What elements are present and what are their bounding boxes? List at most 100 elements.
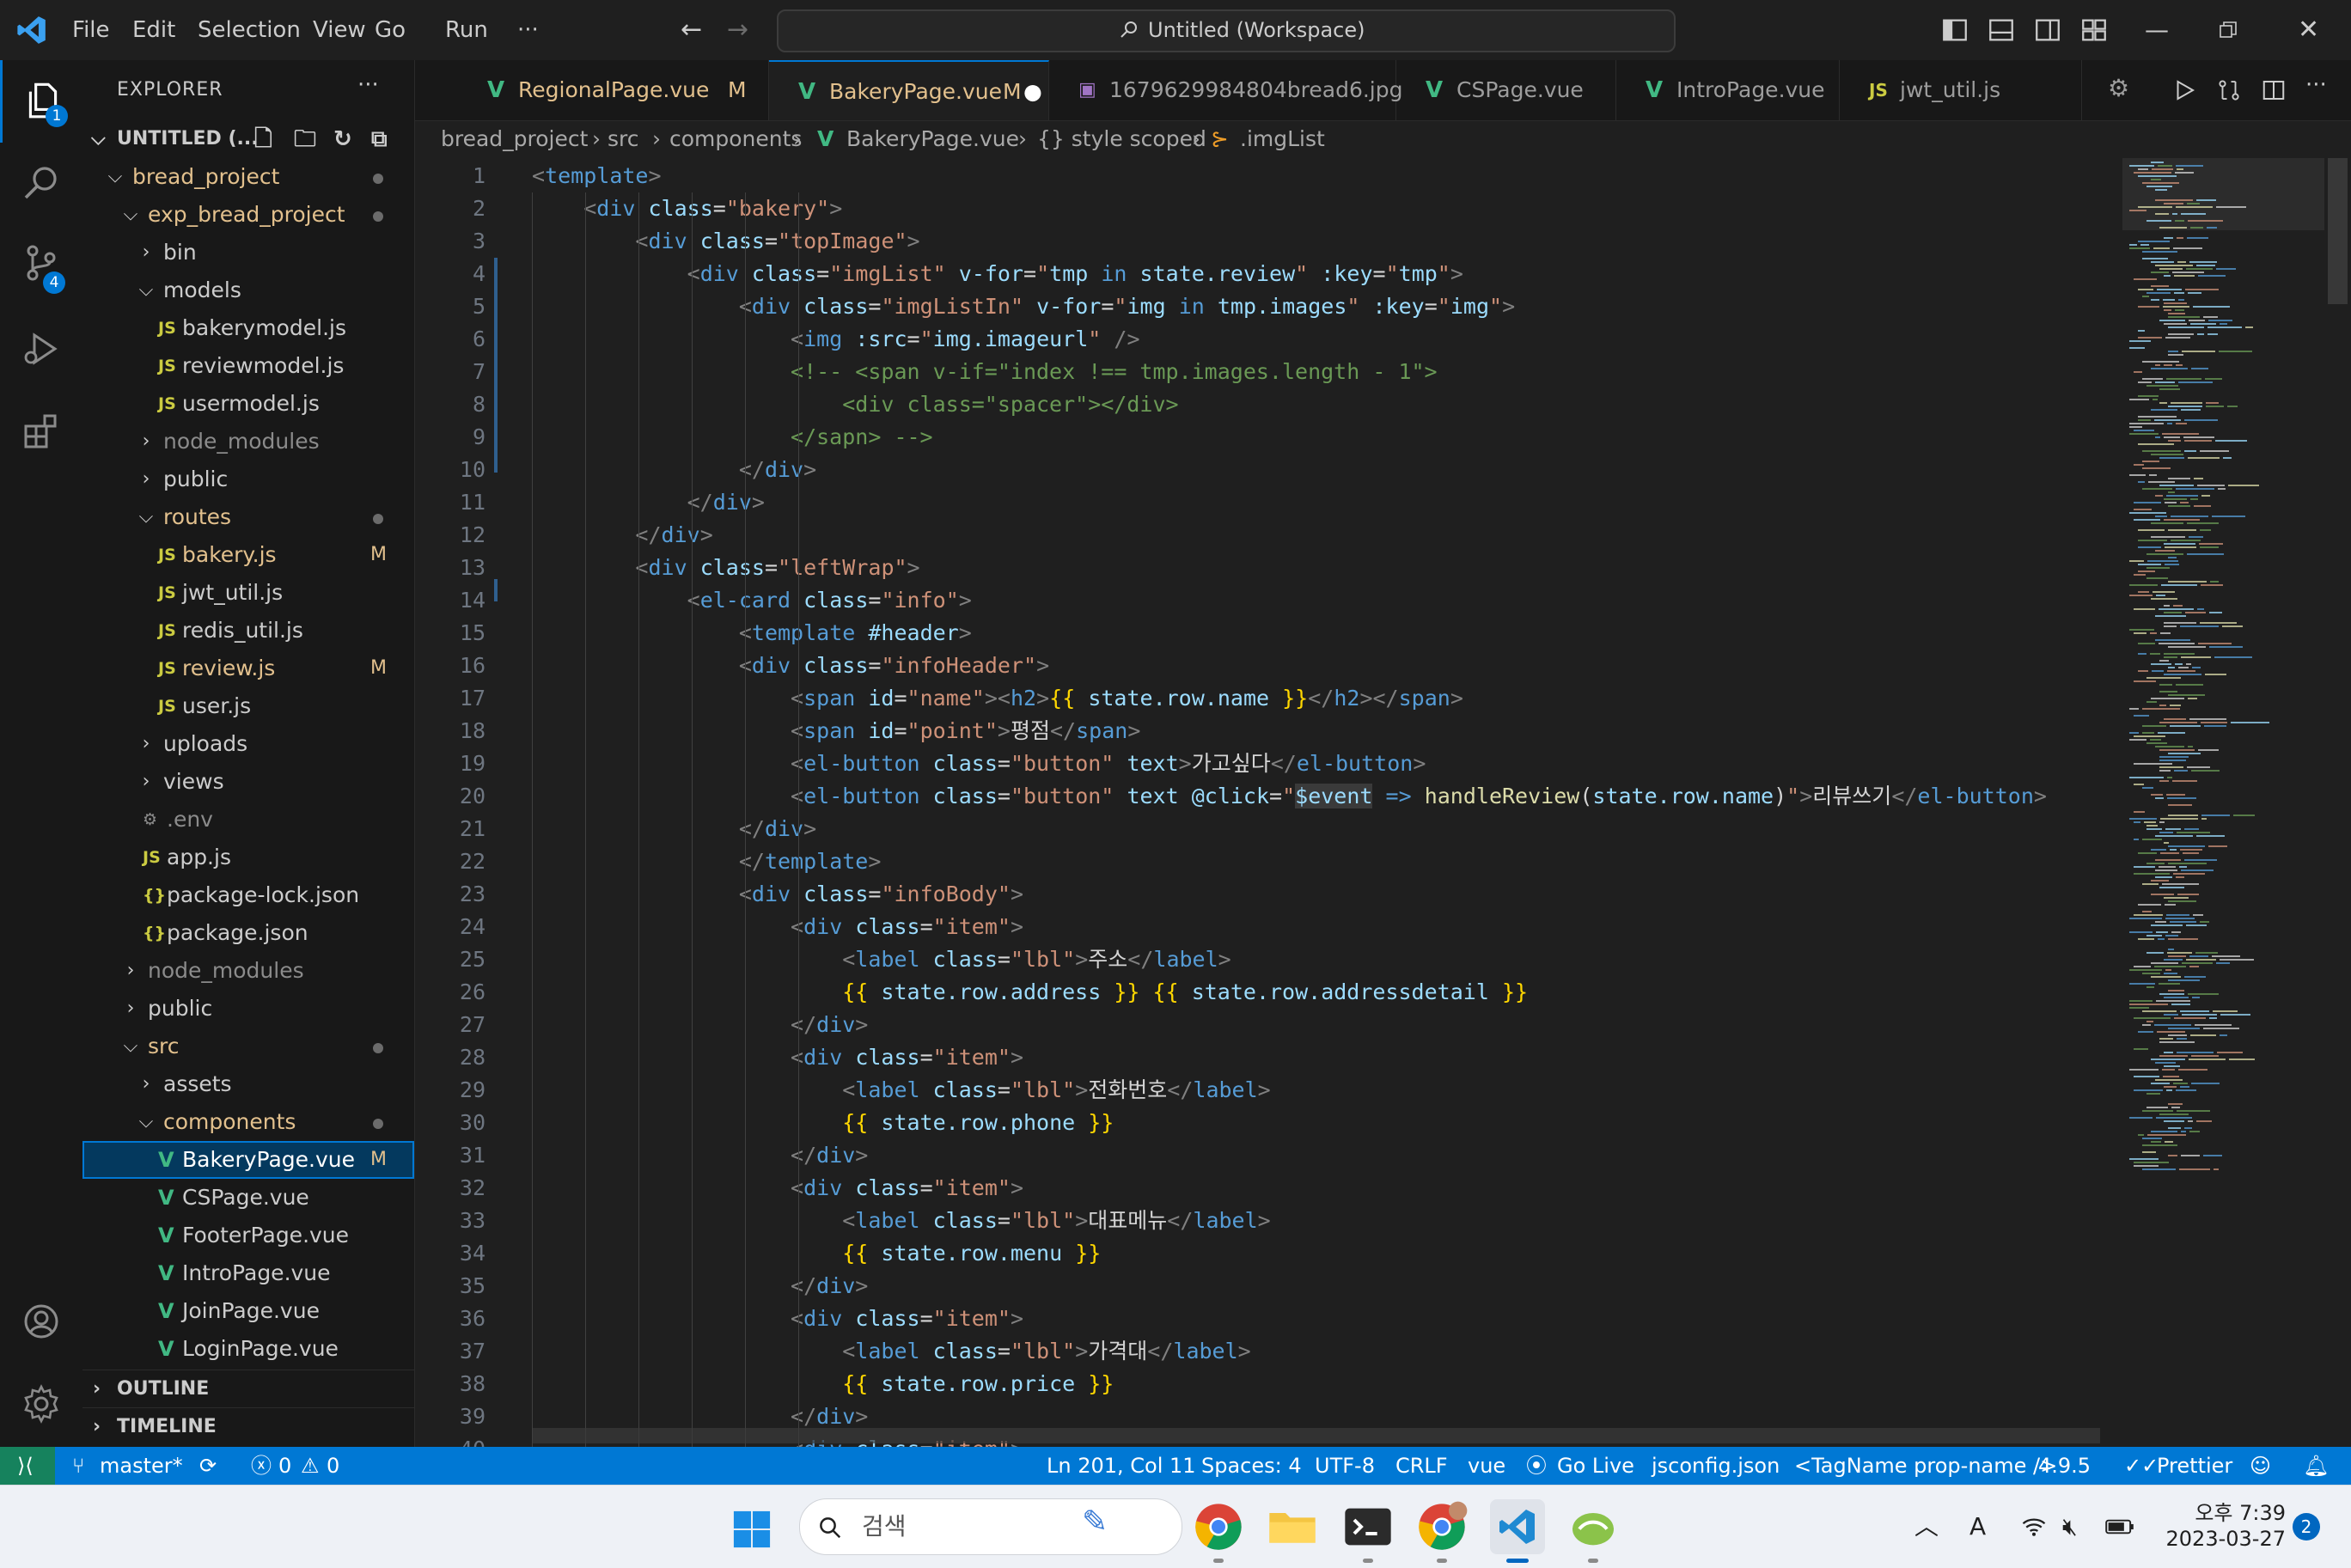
- code-line[interactable]: </template>: [532, 845, 882, 878]
- search-activity[interactable]: [0, 143, 82, 225]
- clock-time[interactable]: 오후 7:39: [2183, 1496, 2286, 1526]
- toggle-panel-icon[interactable]: [1987, 15, 2016, 45]
- tree-file[interactable]: JS app.js: [82, 839, 414, 876]
- tree-folder[interactable]: › bin: [82, 234, 414, 272]
- tree-file[interactable]: V JoinPage.vue: [82, 1292, 414, 1330]
- minimize-icon[interactable]: —: [2145, 0, 2169, 60]
- command-center-search[interactable]: Untitled (Workspace): [777, 9, 1676, 52]
- bell-icon[interactable]: 🔔︎: [2303, 1447, 2329, 1485]
- gear-icon[interactable]: ⚙: [2108, 74, 2129, 102]
- close-icon[interactable]: ✕: [2298, 0, 2319, 60]
- code-line[interactable]: </div>: [532, 1270, 868, 1303]
- breadcrumb-item[interactable]: bread_project: [441, 120, 588, 158]
- code-line[interactable]: <template #header>: [532, 617, 972, 650]
- tree-folder[interactable]: › uploads: [82, 725, 414, 763]
- manage-activity[interactable]: [0, 1363, 82, 1445]
- tree-file[interactable]: {} package.json: [82, 914, 414, 952]
- go-live[interactable]: Go Live: [1557, 1447, 1634, 1485]
- cursor-position[interactable]: Ln 201, Col 11: [1047, 1447, 1196, 1485]
- warning-count[interactable]: 0: [327, 1447, 339, 1485]
- explorer-activity[interactable]: 1: [0, 60, 82, 143]
- tree-file[interactable]: ⚙ .env: [82, 801, 414, 839]
- menu-more[interactable]: ···: [517, 0, 539, 60]
- tree-folder[interactable]: ⌵ bread_project: [82, 158, 414, 196]
- outline-section[interactable]: › OUTLINE: [82, 1370, 414, 1408]
- timeline-section[interactable]: › TIMELINE: [82, 1407, 414, 1446]
- code-line[interactable]: <label class="lbl">대표메뉴</label>: [532, 1205, 1271, 1237]
- code-line[interactable]: <span id="point">평점</span>: [532, 715, 1140, 747]
- minimap[interactable]: [2122, 158, 2324, 1447]
- tree-folder[interactable]: › node_modules: [82, 423, 414, 461]
- more-actions-icon[interactable]: ···: [357, 72, 379, 98]
- code-line[interactable]: </div>: [532, 454, 816, 486]
- tree-file[interactable]: JS bakerymodel.js: [82, 309, 414, 347]
- unsaved-dot-icon[interactable]: ●: [1023, 62, 1042, 122]
- menu-view[interactable]: View: [313, 0, 366, 60]
- tab-4[interactable]: V CSPage.vue: [1396, 60, 1616, 120]
- code-line[interactable]: <el-button class="button" text>가고싶다</el-…: [532, 747, 1426, 780]
- notification-badge[interactable]: 2: [2293, 1513, 2320, 1541]
- refresh-icon[interactable]: ↻: [333, 120, 352, 158]
- wifi-icon[interactable]: [2021, 1515, 2047, 1539]
- ts-version[interactable]: 4.9.5: [2038, 1447, 2091, 1485]
- clock-date[interactable]: 2023-03-27: [2160, 1527, 2286, 1551]
- tab-3[interactable]: ▣ 1679629984804bread6.jpg: [1049, 60, 1402, 120]
- code-line[interactable]: </sapn> -->: [532, 421, 933, 454]
- code-line[interactable]: <div class="item">: [532, 1172, 1023, 1205]
- code-line[interactable]: <div class="infoHeader">: [532, 650, 1049, 682]
- tree-folder[interactable]: ⌵ components: [82, 1103, 414, 1141]
- breadcrumb-item[interactable]: src: [608, 120, 639, 158]
- code-line[interactable]: <div class="leftWrap">: [532, 552, 919, 584]
- tree-file[interactable]: JS jwt_util.js: [82, 574, 414, 612]
- vertical-scrollbar[interactable]: [2324, 158, 2351, 1447]
- code-line[interactable]: </div>: [532, 519, 712, 552]
- new-file-icon[interactable]: 🗋: [254, 120, 272, 158]
- code-line[interactable]: <div class="item">: [532, 1041, 1023, 1074]
- code-line[interactable]: {{ state.row.menu }}: [532, 1237, 1101, 1270]
- tree-file[interactable]: JS redis_util.js: [82, 612, 414, 650]
- battery-icon[interactable]: [2105, 1516, 2134, 1537]
- scrollbar-thumb[interactable]: [2328, 158, 2348, 304]
- breadcrumb-item[interactable]: {} style scoped: [1037, 120, 1206, 158]
- jsconfig[interactable]: jsconfig.json: [1652, 1447, 1780, 1485]
- code-line[interactable]: <label class="lbl">주소</label>: [532, 943, 1231, 976]
- code-line[interactable]: <el-button class="button" text @click="$…: [532, 780, 2047, 813]
- tree-folder[interactable]: › public: [82, 990, 414, 1028]
- language-mode[interactable]: vue: [1468, 1447, 1505, 1485]
- restore-icon[interactable]: [2219, 21, 2238, 40]
- accounts-activity[interactable]: [0, 1280, 82, 1363]
- tab-5[interactable]: V IntroPage.vue: [1616, 60, 1840, 120]
- code-line[interactable]: {{ state.row.price }}: [532, 1368, 1114, 1400]
- tree-file[interactable]: JS bakery.js M: [82, 536, 414, 574]
- chevron-up-icon[interactable]: ︿: [1914, 1486, 1939, 1568]
- horizontal-scrollbar[interactable]: [533, 1428, 2100, 1443]
- more-actions-icon[interactable]: ···: [2305, 72, 2327, 98]
- toggle-secondary-sidebar-icon[interactable]: [2033, 15, 2062, 45]
- chrome-profile-app[interactable]: [1414, 1499, 1469, 1563]
- extensions-activity[interactable]: [0, 390, 82, 473]
- run-icon[interactable]: [2171, 77, 2197, 103]
- tree-file[interactable]: JS reviewmodel.js: [82, 347, 414, 385]
- code-editor[interactable]: 1 2 3 4 5 6 7 8 9 10 11 12 13 14 15 16 17 18 19 20 21 22 23 24 2…: [415, 158, 2351, 1447]
- code-line[interactable]: </div>: [532, 813, 816, 845]
- code-line[interactable]: <label class="lbl">전화번호</label>: [532, 1074, 1271, 1107]
- tree-folder[interactable]: ⌵ routes: [82, 498, 414, 536]
- prettier[interactable]: Prettier: [2157, 1447, 2232, 1485]
- end-of-line[interactable]: CRLF: [1395, 1447, 1448, 1485]
- new-folder-icon[interactable]: 🗀: [294, 120, 316, 158]
- forward-arrow-icon[interactable]: →: [727, 0, 748, 60]
- compare-changes-icon[interactable]: [2216, 77, 2242, 103]
- windows-start-icon[interactable]: [732, 1510, 772, 1549]
- error-count[interactable]: 0: [278, 1447, 291, 1485]
- ime-indicator[interactable]: A: [1969, 1486, 1986, 1568]
- tree-file[interactable]: V LoginPage.vue: [82, 1330, 414, 1368]
- tree-folder[interactable]: ⌵ exp_bread_project: [82, 196, 414, 234]
- menu-selection[interactable]: Selection: [198, 0, 301, 60]
- tree-folder[interactable]: › node_modules: [82, 952, 414, 990]
- code-line[interactable]: <el-card class="info">: [532, 584, 972, 617]
- toggle-primary-sidebar-icon[interactable]: [1940, 15, 1969, 45]
- remote-indicator[interactable]: ⟩⟨: [0, 1447, 55, 1485]
- tab-2[interactable]: V BakeryPage.vue M ●: [769, 60, 1049, 120]
- tree-file[interactable]: V FooterPage.vue: [82, 1217, 414, 1254]
- code-line[interactable]: {{ state.row.phone }}: [532, 1107, 1114, 1139]
